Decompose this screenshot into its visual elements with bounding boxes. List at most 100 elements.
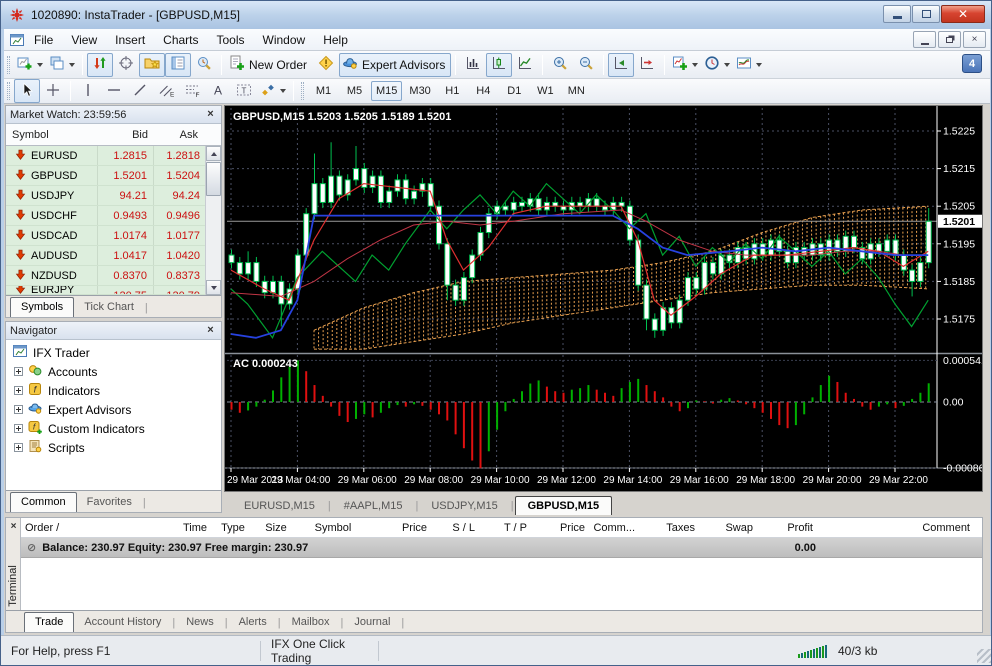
profiles-button[interactable] <box>46 53 78 77</box>
menu-view[interactable]: View <box>62 30 106 50</box>
expand-plus-icon[interactable] <box>14 443 23 452</box>
navigator-header[interactable]: Navigator × <box>6 322 221 340</box>
horizontal-line-tool-button[interactable] <box>101 79 127 103</box>
channel-tool-button[interactable]: E <box>153 79 179 103</box>
mdi-minimize-button[interactable] <box>913 31 936 48</box>
column-header-price[interactable]: Price <box>531 522 589 534</box>
column-header-profit[interactable]: Profit <box>757 522 817 534</box>
chart-candles-button[interactable] <box>486 53 512 77</box>
indicators-list-button[interactable] <box>669 53 701 77</box>
timeframe-m15[interactable]: M15 <box>371 81 402 101</box>
chart-tab-eurusd-m15[interactable]: EURUSD,M15 <box>232 497 327 515</box>
market-watch-toggle-button[interactable] <box>87 53 113 77</box>
table-row[interactable]: AUDUSD1.04171.0420 <box>6 246 221 266</box>
tab-symbols[interactable]: Symbols <box>10 297 74 317</box>
new-order-button[interactable]: New Order <box>226 53 313 77</box>
terminal-tab-news[interactable]: News <box>176 614 224 632</box>
column-header-size[interactable]: Size <box>255 522 297 534</box>
chevron-down-icon[interactable] <box>724 63 730 67</box>
vertical-line-tool-button[interactable] <box>75 79 101 103</box>
price-chart[interactable]: GBPUSD,M15 1.5203 1.5205 1.5189 1.5201AC… <box>225 106 982 491</box>
new-chart-button[interactable] <box>14 53 46 77</box>
market-watch-close-icon[interactable]: × <box>204 108 217 121</box>
menu-tools[interactable]: Tools <box>208 30 254 50</box>
periods-button[interactable] <box>701 53 733 77</box>
column-symbol[interactable]: Symbol <box>6 129 98 141</box>
timeframe-d1[interactable]: D1 <box>500 81 529 101</box>
chart-tab-gbpusd-m15[interactable]: GBPUSD,M15 <box>515 496 613 515</box>
column-header-comm[interactable]: Comm... <box>589 522 639 534</box>
column-ask[interactable]: Ask <box>154 129 204 141</box>
zoom-out-button[interactable] <box>573 53 599 77</box>
expand-plus-icon[interactable] <box>14 367 23 376</box>
chart-tab--aapl-m15[interactable]: #AAPL,M15 <box>332 497 415 515</box>
arrows-tool-button[interactable] <box>257 79 289 103</box>
tree-item-custom-indicators[interactable]: fCustom Indicators <box>6 419 221 438</box>
scroll-down-icon[interactable] <box>206 280 221 295</box>
market-watch-scrollbar[interactable] <box>205 146 221 295</box>
tree-item-accounts[interactable]: Accounts <box>6 362 221 381</box>
scroll-up-icon[interactable] <box>206 146 221 161</box>
terminal-toggle-button[interactable] <box>165 53 191 77</box>
column-bid[interactable]: Bid <box>98 129 154 141</box>
tree-item-root[interactable]: IFX Trader <box>6 343 221 362</box>
tab-common[interactable]: Common <box>10 492 77 512</box>
menu-charts[interactable]: Charts <box>154 30 207 50</box>
column-header-order[interactable]: Order / <box>21 522 151 534</box>
column-header-symbol[interactable]: Symbol <box>297 522 369 534</box>
expand-plus-icon[interactable] <box>14 424 23 433</box>
menu-window[interactable]: Window <box>254 30 315 50</box>
column-header-swap[interactable]: Swap <box>699 522 757 534</box>
chevron-down-icon[interactable] <box>692 63 698 67</box>
column-header-time[interactable]: Time <box>151 522 211 534</box>
terminal-tab-journal[interactable]: Journal <box>344 614 400 632</box>
maximize-button[interactable] <box>912 5 940 23</box>
timeframe-m5[interactable]: M5 <box>340 81 369 101</box>
scroll-thumb[interactable] <box>206 162 221 196</box>
mdi-close-button[interactable]: × <box>963 31 986 48</box>
expand-plus-icon[interactable] <box>14 386 23 395</box>
tree-item-scripts[interactable]: Scripts <box>6 438 221 457</box>
chevron-down-icon[interactable] <box>756 63 762 67</box>
zoom-in-button[interactable] <box>547 53 573 77</box>
table-row[interactable]: EURUSD1.28151.2818 <box>6 146 221 166</box>
column-header-type[interactable]: Type <box>211 522 255 534</box>
tree-item-expert-advisors[interactable]: Expert Advisors <box>6 400 221 419</box>
crosshair-tool-button[interactable] <box>40 79 66 103</box>
timeframe-m1[interactable]: M1 <box>309 81 338 101</box>
metaquotes-alert-button[interactable] <box>313 53 339 77</box>
expert-advisors-toggle-button[interactable]: Expert Advisors <box>339 53 451 77</box>
menu-file[interactable]: File <box>25 30 62 50</box>
resize-grip[interactable] <box>977 649 991 663</box>
data-window-toggle-button[interactable] <box>113 53 139 77</box>
menu-insert[interactable]: Insert <box>106 30 154 50</box>
navigator-close-icon[interactable]: × <box>204 324 217 337</box>
auto-scroll-button[interactable] <box>608 53 634 77</box>
status-one-click[interactable]: IFX One Click Trading <box>261 641 379 661</box>
notifications-badge[interactable]: 4 <box>962 54 982 73</box>
column-header-tp[interactable]: T / P <box>479 522 531 534</box>
mdi-restore-button[interactable] <box>938 31 961 48</box>
terminal-tab-trade[interactable]: Trade <box>24 612 74 632</box>
market-watch-header[interactable]: Market Watch: 23:59:56 × <box>6 106 221 124</box>
templates-button[interactable] <box>733 53 765 77</box>
table-row[interactable]: NZDUSD0.83700.8373 <box>6 266 221 286</box>
chart-shift-button[interactable] <box>634 53 660 77</box>
table-row[interactable]: USDCHF0.94930.9496 <box>6 206 221 226</box>
timeframe-m30[interactable]: M30 <box>404 81 435 101</box>
chart-line-button[interactable] <box>512 53 538 77</box>
tab-tick-chart[interactable]: Tick Chart <box>74 299 144 317</box>
text-label-tool-button[interactable]: T <box>231 79 257 103</box>
column-header-sl[interactable]: S / L <box>431 522 479 534</box>
table-row[interactable]: USDCAD1.01741.0177 <box>6 226 221 246</box>
table-row-partial[interactable]: EURJPY120.75120.79 <box>6 286 221 295</box>
column-header-taxes[interactable]: Taxes <box>639 522 699 534</box>
terminal-tab-mailbox[interactable]: Mailbox <box>282 614 340 632</box>
tree-item-indicators[interactable]: fIndicators <box>6 381 221 400</box>
terminal-tab-account-history[interactable]: Account History <box>74 614 171 632</box>
terminal-close-icon[interactable]: × <box>7 520 20 533</box>
text-tool-button[interactable]: A <box>205 79 231 103</box>
timeframe-mn[interactable]: MN <box>562 81 591 101</box>
strategy-tester-toggle-button[interactable] <box>191 53 217 77</box>
trendline-tool-button[interactable] <box>127 79 153 103</box>
